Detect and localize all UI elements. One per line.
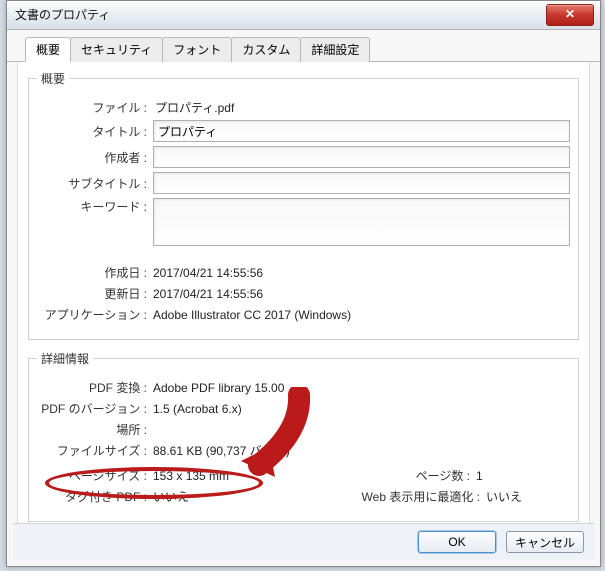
file-value: プロパティ.pdf (153, 99, 570, 116)
created-label: 作成日 : (37, 264, 153, 281)
tab-advanced[interactable]: 詳細設定 (300, 37, 370, 62)
button-bar: OK キャンセル (13, 523, 594, 560)
pagecount-label: ページ数 : (360, 467, 476, 484)
tab-label: フォント (173, 43, 221, 57)
group-overview: 概要 ファイル : プロパティ.pdf タイトル : 作成者 : サブタイトル … (28, 70, 579, 340)
keywords-label: キーワード : (37, 198, 153, 215)
created-value: 2017/04/21 14:55:56 (153, 266, 570, 280)
tab-label: カスタム (242, 43, 290, 57)
window-title: 文書のプロパティ (15, 8, 110, 22)
file-label: ファイル : (37, 99, 153, 116)
close-button[interactable]: ✕ (546, 4, 594, 26)
group-details-legend: 詳細情報 (37, 350, 93, 367)
tab-label: 概要 (36, 43, 60, 57)
tab-body: 概要 ファイル : プロパティ.pdf タイトル : 作成者 : サブタイトル … (17, 62, 590, 527)
pdf-version-value: 1.5 (Acrobat 6.x) (153, 402, 570, 416)
filesize-value: 88.61 KB (90,737 バイト) (153, 442, 570, 459)
tab-label: セキュリティ (81, 43, 152, 57)
tab-security[interactable]: セキュリティ (70, 37, 163, 62)
author-label: 作成者 : (37, 149, 153, 166)
pdf-converter-value: Adobe PDF library 15.00 (153, 381, 570, 395)
title-label: タイトル : (37, 123, 153, 140)
webopt-label: Web 表示用に最適化 : (360, 488, 486, 505)
titlebar: 文書のプロパティ ✕ (7, 1, 600, 30)
tab-strip: 概要 セキュリティ フォント カスタム 詳細設定 (7, 30, 600, 62)
group-overview-legend: 概要 (37, 70, 69, 87)
tab-fonts[interactable]: フォント (162, 37, 232, 62)
app-label: アプリケーション : (37, 306, 153, 323)
cancel-button[interactable]: キャンセル (506, 531, 584, 553)
subtitle-label: サブタイトル : (37, 175, 153, 192)
pdf-converter-label: PDF 変換 : (37, 379, 153, 396)
updated-label: 更新日 : (37, 285, 153, 302)
tab-overview[interactable]: 概要 (25, 37, 71, 62)
location-label: 場所 : (37, 421, 153, 438)
title-field[interactable] (153, 120, 570, 142)
app-value: Adobe Illustrator CC 2017 (Windows) (153, 308, 570, 322)
tab-label: 詳細設定 (311, 43, 359, 57)
author-field[interactable] (153, 146, 570, 168)
ok-button[interactable]: OK (418, 531, 496, 553)
keywords-field[interactable] (153, 198, 570, 246)
updated-value: 2017/04/21 14:55:56 (153, 287, 570, 301)
tab-custom[interactable]: カスタム (231, 37, 301, 62)
annotation-highlight-ellipse (45, 467, 263, 499)
document-properties-dialog: 文書のプロパティ ✕ 概要 セキュリティ フォント カスタム 詳細設定 概要 フ… (6, 0, 601, 567)
webopt-value: いいえ (486, 488, 570, 505)
filesize-label: ファイルサイズ : (37, 442, 153, 459)
close-icon: ✕ (565, 7, 575, 21)
pdf-version-label: PDF のバージョン : (37, 400, 153, 417)
pagecount-value: 1 (476, 469, 570, 483)
subtitle-field[interactable] (153, 172, 570, 194)
group-details: 詳細情報 PDF 変換 : Adobe PDF library 15.00 PD… (28, 350, 579, 522)
